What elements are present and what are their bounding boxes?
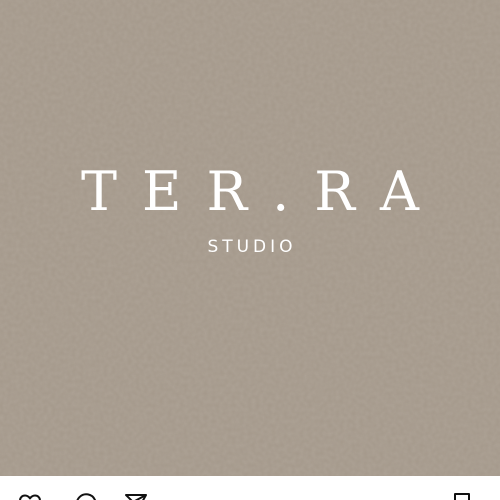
bookmark-icon[interactable] [450,492,474,500]
brand-name: TER.RA [81,160,444,223]
comment-icon[interactable] [74,492,98,500]
instagram-post: TER.RA STUDIO [0,0,500,500]
heart-icon[interactable] [18,492,42,500]
share-icon[interactable] [124,492,148,500]
post-image[interactable]: TER.RA STUDIO [0,0,500,476]
brand-tagline: STUDIO [207,237,297,257]
post-action-bar [0,476,500,500]
